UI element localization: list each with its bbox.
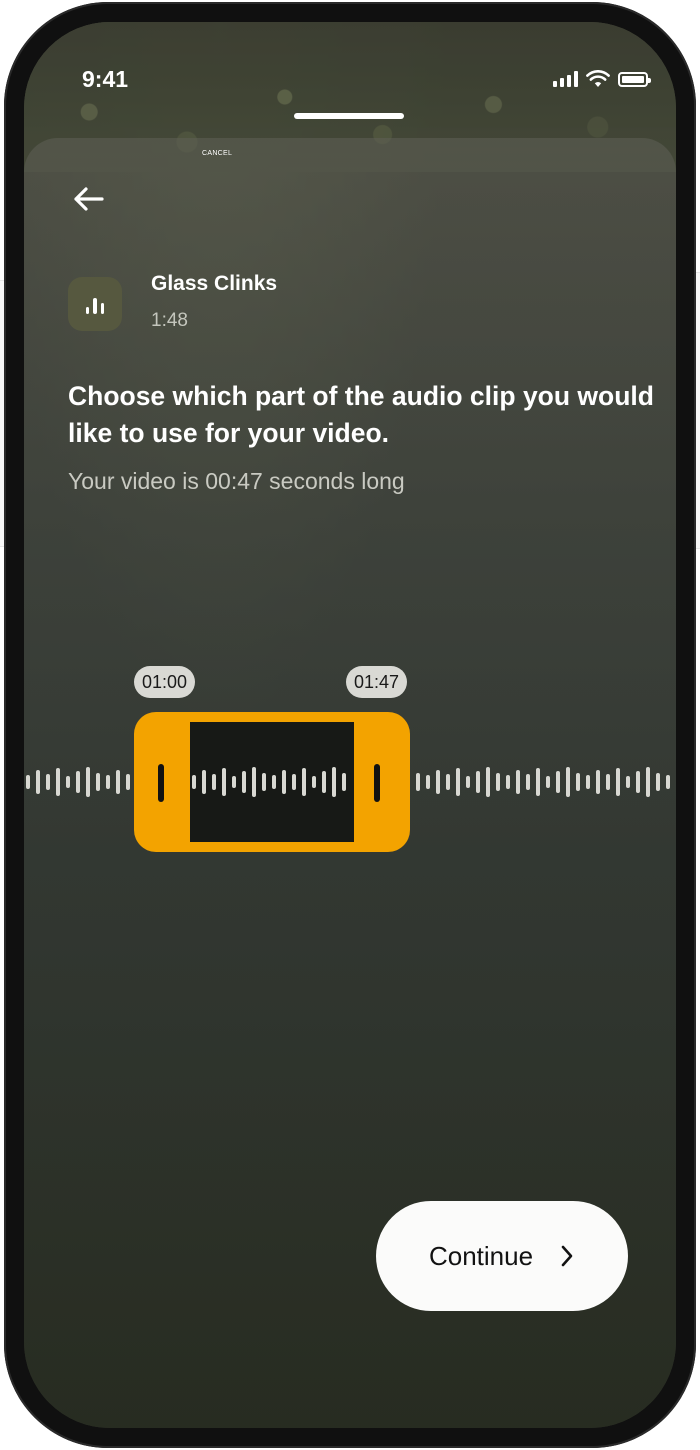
waveform-bar	[342, 773, 346, 791]
selection-window	[190, 722, 354, 842]
chevron-right-icon	[561, 1245, 573, 1267]
waveform-bar	[302, 768, 306, 796]
track-duration: 1:48	[151, 310, 188, 331]
waveform-bar	[486, 767, 490, 797]
trim-start-handle[interactable]	[158, 764, 164, 802]
waveform-bar	[556, 771, 560, 793]
waveform-bar	[86, 767, 90, 797]
status-time: 9:41	[82, 66, 129, 92]
waveform-bar	[96, 773, 100, 791]
cellular-signal-icon	[553, 71, 578, 87]
waveform-bar	[76, 771, 80, 793]
waveform-bar	[436, 770, 440, 794]
waveform-bar	[232, 776, 236, 788]
waveform-bar	[202, 770, 206, 794]
screen: 9:41 CANCEL Glass Clinks 1:48 Choose whi…	[24, 22, 676, 1428]
sheet-grabber[interactable]	[294, 113, 404, 119]
trim-selector[interactable]	[134, 712, 410, 852]
back-button[interactable]	[68, 182, 108, 216]
arrow-left-icon	[74, 187, 104, 211]
waveform-bar	[586, 775, 590, 789]
waveform-bar	[646, 767, 650, 797]
trim-end-time: 01:47	[346, 666, 408, 698]
waveform-bar	[26, 775, 30, 789]
waveform-bar	[242, 771, 246, 793]
continue-button[interactable]: Continue	[376, 1201, 628, 1311]
waveform-bar	[66, 776, 70, 788]
waveform-bar	[292, 774, 296, 790]
cancel-button[interactable]: CANCEL	[202, 150, 232, 157]
waveform-bar	[252, 767, 256, 797]
instruction-heading: Choose which part of the audio clip you …	[68, 381, 654, 448]
status-icons	[553, 70, 651, 88]
waveform-bar	[332, 767, 336, 797]
waveform-bar	[56, 768, 60, 796]
waveform-bar	[596, 770, 600, 794]
waveform-bar	[546, 776, 550, 788]
waveform-bar	[416, 773, 420, 791]
waveform-bar	[616, 768, 620, 796]
waveform-bar	[666, 775, 670, 789]
waveform-bar	[192, 775, 196, 789]
phone-frame: 9:41 CANCEL Glass Clinks 1:48 Choose whi…	[4, 2, 696, 1448]
waveform-bar	[496, 773, 500, 791]
continue-label: Continue	[428, 1240, 534, 1271]
trim-start-time: 01:00	[134, 666, 196, 698]
waveform-bar	[46, 774, 50, 790]
waveform-bar	[526, 774, 530, 790]
waveform-bar	[516, 770, 520, 794]
selected-waveform	[192, 767, 346, 797]
waveform-bar	[466, 776, 470, 788]
waveform-bar	[576, 773, 580, 791]
waveform-bar	[606, 774, 610, 790]
waveform-bar	[456, 768, 460, 796]
trim-end-handle[interactable]	[374, 764, 380, 802]
waveform-bar	[222, 768, 226, 796]
waveform-bar	[636, 771, 640, 793]
video-length-text: Your video is 00:47 seconds long	[68, 468, 405, 494]
waveform-bar	[626, 776, 630, 788]
wifi-icon	[586, 70, 610, 87]
waveform-bar	[36, 770, 40, 794]
waveform-bar	[116, 770, 120, 794]
waveform-bar	[506, 775, 510, 789]
waveform-bar	[566, 767, 570, 797]
waveform-bar	[536, 768, 540, 796]
waveform-bar	[106, 775, 110, 789]
waveform-bar	[476, 771, 480, 793]
waveform-bar	[126, 774, 130, 790]
waveform-bar	[322, 771, 326, 793]
battery-icon	[618, 71, 651, 87]
waveform-bar	[446, 774, 450, 790]
waveform-bar	[426, 775, 430, 789]
status-bar: 9:41	[24, 22, 676, 102]
waveform-bar	[282, 770, 286, 794]
track-title: Glass Clinks	[151, 272, 278, 295]
waveform-bar	[262, 773, 266, 791]
waveform-bar	[656, 773, 660, 791]
waveform-bar	[212, 774, 216, 790]
waveform-bar	[312, 776, 316, 788]
waveform-bar	[272, 775, 276, 789]
audio-bars-icon	[68, 277, 122, 331]
